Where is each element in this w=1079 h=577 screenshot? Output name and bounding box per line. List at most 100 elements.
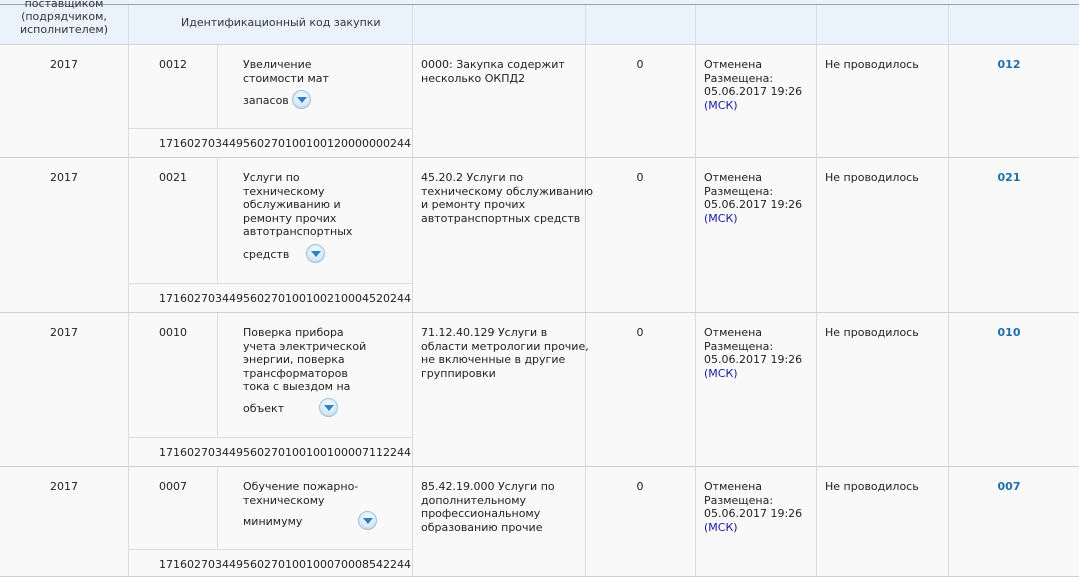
okpd-line: автотранспортных средств [421,211,581,225]
cell-divider [217,467,218,549]
purchase-name-last-line: средств [243,248,290,261]
amount-cell: 0 [636,480,644,493]
header-supplier-label: исполнителем) [19,23,109,36]
header-divider [585,5,586,44]
table-header [0,0,1079,44]
okpd-line: 71.12.40.129 Услуги в [421,326,548,339]
expand-chevron-icon[interactable] [292,90,311,109]
purchase-name-line: Услуги по [243,171,300,184]
header-supplier-label: поставщиком [24,0,104,10]
timezone-label: (МСК) [704,520,738,534]
cell-divider [217,158,218,283]
okpd-line: профессиональному [421,507,541,521]
purchase-name-last-line: объект [243,402,285,415]
held-status-cell: Не проводилось [825,326,919,339]
cell-divider [695,313,696,466]
year-cell: 2017 [50,326,78,339]
cell-divider [816,313,817,466]
cell-divider [412,467,413,576]
cell-divider [128,467,129,576]
header-purchase-code-label: Идентификационный код закупки [181,16,381,29]
purchase-link[interactable]: 007 [948,480,1070,494]
header-top-border [0,4,1079,5]
okpd-line: образованию прочие [421,520,543,534]
header-divider [128,5,129,44]
cell-divider [412,158,413,312]
purchase-name-line: ремонту прочих [243,211,337,225]
cell-divider [816,45,817,157]
okpd-line: 45.20.2 Услуги по [421,171,524,184]
code-cell-divider [128,437,412,438]
cell-divider [128,45,129,157]
purchase-name-line: учета электрической [243,339,367,353]
cell-divider [695,45,696,157]
header-divider [412,5,413,44]
purchase-number-cell: 0007 [159,480,187,493]
status-text: Отменена [704,480,763,493]
placed-date: 05.06.2017 19:26 [704,507,803,521]
placed-date: 05.06.2017 19:26 [704,353,803,367]
purchase-name-line: техническому [243,493,325,507]
status-text: Отменена [704,58,763,71]
code-cell-divider [128,128,412,129]
cell-divider [217,45,218,128]
timezone-label: (МСК) [704,98,738,112]
purchase-id-code: 171602703449560270100100070008542244 [159,558,411,571]
cell-divider [695,467,696,576]
cell-divider [128,158,129,312]
status-text: Отменена [704,171,763,184]
held-status-cell: Не проводилось [825,58,919,71]
purchase-name-last-line: запасов [243,94,289,107]
amount-cell: 0 [636,326,644,339]
purchase-name-line: энергии, поверка [243,353,345,367]
placed-label: Размещена: [704,493,774,507]
okpd-line: 0000: Закупка содержит [421,58,565,71]
purchase-number-cell: 0021 [159,171,187,184]
okpd-line: не включенные в другие [421,353,566,367]
purchase-link[interactable]: 012 [948,58,1070,72]
procurement-table: поставщиком (подрядчиком, исполнителем) Иде… [0,0,1079,577]
code-cell-divider [128,549,412,550]
okpd-line: 85.42.19.000 Услуги по [421,480,555,493]
header-supplier-label: (подрядчиком, [21,10,107,23]
header-divider [948,5,949,44]
timezone-label: (МСК) [704,366,738,380]
purchase-name-last-line: минимуму [243,515,303,528]
purchase-name-line: трансформаторов [243,366,348,380]
cell-divider [816,158,817,312]
expand-chevron-icon[interactable] [306,244,325,263]
purchase-link[interactable]: 010 [948,326,1070,340]
status-text: Отменена [704,326,763,339]
placed-label: Размещена: [704,339,774,353]
cell-divider [816,467,817,576]
code-cell-divider [128,283,412,284]
year-cell: 2017 [50,58,78,71]
cell-divider [128,313,129,466]
purchase-name-line: автотранспортных [243,225,353,239]
expand-chevron-icon[interactable] [319,398,338,417]
header-divider [816,5,817,44]
amount-cell: 0 [636,58,644,71]
okpd-line: дополнительному [421,493,527,507]
cell-divider [412,45,413,157]
year-cell: 2017 [50,480,78,493]
purchase-number-cell: 0010 [159,326,187,339]
okpd-line: и ремонту прочих [421,198,526,212]
purchase-id-code: 171602703449560270100100210004520244 [159,292,411,305]
purchase-name-line: Обучение пожарно- [243,480,359,493]
purchase-name-line: техническому [243,184,325,198]
purchase-link[interactable]: 021 [948,171,1070,185]
cell-divider [412,313,413,466]
held-status-cell: Не проводилось [825,480,919,493]
header-divider [695,5,696,44]
purchase-name-line: Поверка прибора [243,326,344,339]
purchase-name-line: Увеличение [243,58,312,71]
purchase-name-line: тока с выездом на [243,380,351,394]
purchase-id-code: 171602703449560270100100120000000244 [159,137,411,150]
purchase-id-code: 171602703449560270100100100007112244 [159,446,411,459]
cell-divider [217,313,218,437]
amount-cell: 0 [636,171,644,184]
expand-chevron-icon[interactable] [358,511,377,530]
placed-label: Размещена: [704,71,774,85]
purchase-name-line: обслуживанию и [243,198,341,212]
